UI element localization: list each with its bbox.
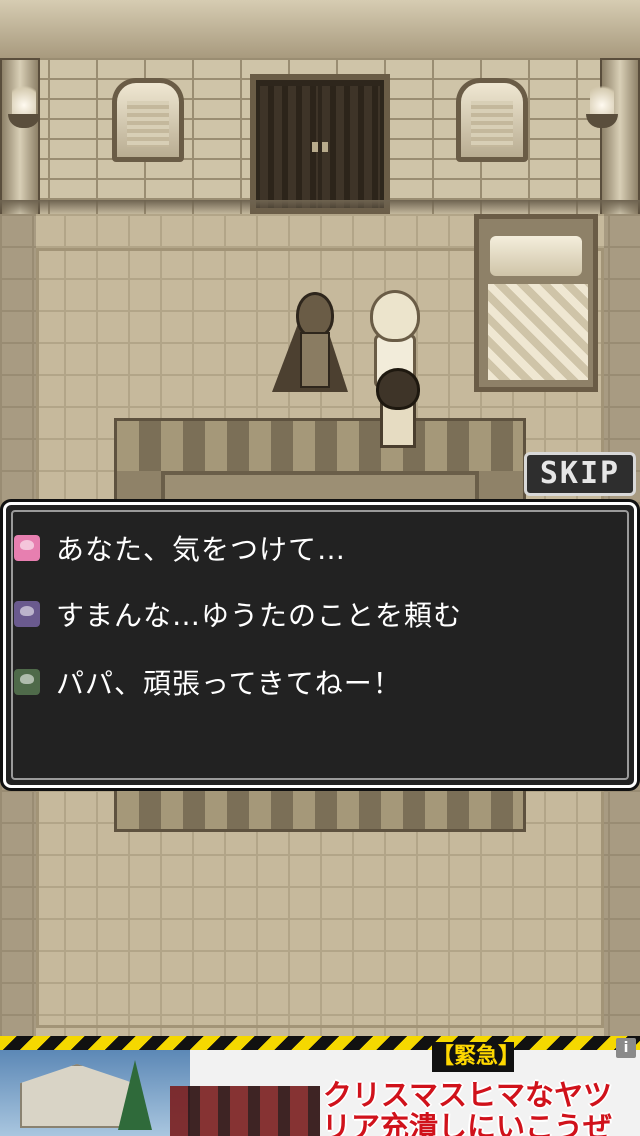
wall-torch-right-icon [584, 80, 620, 144]
ceiling-trim [0, 0, 640, 64]
wall-window-left [112, 78, 184, 162]
skip-button[interactable]: SKIP [524, 452, 636, 496]
hero-father-sprite [272, 292, 348, 396]
dialogue-line: あなた、気をつけて… [14, 528, 346, 568]
dialogue-line: すまんな…ゆうたのことを頼む [14, 594, 462, 634]
dialogue-text: パパ、頑張ってきてねー！ [56, 667, 402, 700]
ad-headline-line2: リア充潰しにいこうぜ [321, 1110, 612, 1136]
crowned-hero-icon [14, 601, 40, 627]
dialogue-line: パパ、頑張ってきてねー！ [14, 662, 402, 702]
dialogue-text: あなた、気をつけて… [56, 533, 347, 566]
wall-torch-left-icon [6, 80, 42, 144]
wall-window-right [456, 78, 528, 162]
ad-info-icon[interactable]: i [616, 1038, 636, 1058]
pink-haired-woman-icon [14, 535, 40, 561]
ad-urgent-tag: 【緊急】 [432, 1042, 520, 1072]
ad-castle-image [0, 1050, 190, 1136]
child-sprite [370, 368, 420, 448]
ad-banner[interactable]: 【緊急】 クリスマスヒマなヤツ リア充潰しにいこうぜ i [0, 1036, 640, 1136]
double-door [250, 74, 390, 214]
dialogue-text: すまんな…ゆうたのことを頼む [56, 599, 463, 632]
hazard-stripe [0, 1036, 640, 1050]
dark-haired-child-icon [14, 669, 40, 695]
bed [474, 214, 598, 392]
